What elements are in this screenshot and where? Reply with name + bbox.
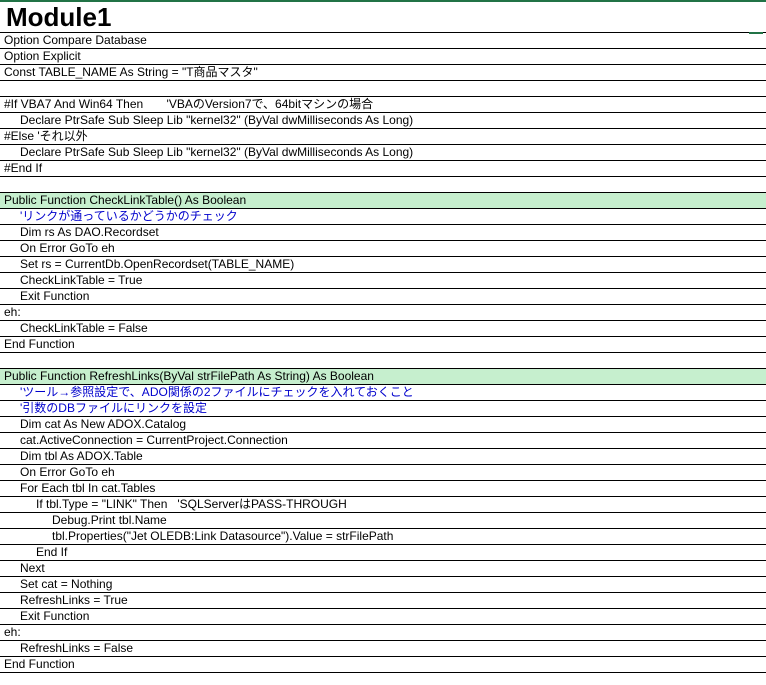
code-row[interactable]: Const TABLE_NAME As String = "T商品マスタ" [0,65,766,81]
module-title: Module1 [6,2,112,32]
code-row[interactable]: Option Compare Database [0,33,766,49]
code-row[interactable] [0,81,766,97]
code-line-text: Public Function CheckLinkTable() As Bool… [4,193,247,207]
code-comment-text: 'ツール→参照設定で、ADO関係の2ファイルにチェックを入れておくこと [20,385,414,399]
code-row[interactable]: Dim rs As DAO.Recordset [0,225,766,241]
code-line-text: RefreshLinks = True [20,593,128,607]
code-row[interactable]: #End If [0,161,766,177]
code-line-text: If tbl.Type = "LINK" Then 'SQLServerはPAS… [36,497,347,511]
code-row[interactable]: Debug.Print tbl.Name [0,513,766,529]
code-line-text: eh: [4,625,21,639]
code-line-text: Dim cat As New ADOX.Catalog [20,417,187,431]
code-row[interactable]: Dim cat As New ADOX.Catalog [0,417,766,433]
code-row[interactable]: For Each tbl In cat.Tables [0,481,766,497]
code-line-text: cat.ActiveConnection = CurrentProject.Co… [20,433,288,447]
code-row[interactable]: Dim tbl As ADOX.Table [0,449,766,465]
code-line-text: Option Compare Database [4,33,147,47]
code-row[interactable] [0,353,766,369]
code-row[interactable]: End Function [0,337,766,353]
code-line-text: CheckLinkTable = False [20,321,148,335]
code-rows: Option Compare Database Option Explicit Co… [0,33,766,673]
code-row[interactable]: 'ツール→参照設定で、ADO関係の2ファイルにチェックを入れておくこと [0,385,766,401]
code-line-text: Const TABLE_NAME As String = "T商品マスタ" [4,65,258,79]
code-row[interactable]: Next [0,561,766,577]
code-row[interactable]: RefreshLinks = False [0,641,766,657]
code-row[interactable]: '引数のDBファイルにリンクを設定 [0,401,766,417]
code-row[interactable]: On Error GoTo eh [0,465,766,481]
code-row[interactable]: eh: [0,625,766,641]
code-line-text: CheckLinkTable = True [20,273,143,287]
code-row[interactable]: On Error GoTo eh [0,241,766,257]
code-line-text: #End If [4,161,43,175]
code-line-text: For Each tbl In cat.Tables [20,481,156,495]
code-row[interactable]: #If VBA7 And Win64 Then 'VBAのVersion7で、6… [0,97,766,113]
code-line-text: Next [20,561,45,575]
code-row[interactable]: Exit Function [0,289,766,305]
code-line-text: End If [36,545,68,559]
code-line-text: Dim tbl As ADOX.Table [20,449,143,463]
title-row[interactable]: Module1 [0,2,766,34]
code-row[interactable]: CheckLinkTable = False [0,321,766,337]
code-row[interactable]: End Function [0,657,766,673]
code-line-text: Declare PtrSafe Sub Sleep Lib "kernel32"… [20,113,414,127]
code-line-text: Set cat = Nothing [20,577,113,591]
code-row[interactable] [0,177,766,193]
code-line-text: tbl.Properties("Jet OLEDB:Link Datasourc… [52,529,394,543]
code-line-text: Set rs = CurrentDb.OpenRecordset(TABLE_N… [20,257,295,271]
code-line-text: #Else 'それ以外 [4,129,88,143]
code-row-function-header[interactable]: Public Function RefreshLinks(ByVal strFi… [0,369,766,385]
code-row[interactable]: Set cat = Nothing [0,577,766,593]
code-row[interactable]: Declare PtrSafe Sub Sleep Lib "kernel32"… [0,145,766,161]
code-row[interactable]: 'リンクが通っているかどうかのチェック [0,209,766,225]
code-row[interactable]: tbl.Properties("Jet OLEDB:Link Datasourc… [0,529,766,545]
code-line-text: Declare PtrSafe Sub Sleep Lib "kernel32"… [20,145,414,159]
code-row[interactable]: Exit Function [0,609,766,625]
code-row[interactable]: RefreshLinks = True [0,593,766,609]
code-row[interactable]: CheckLinkTable = True [0,273,766,289]
code-line-text: #If VBA7 And Win64 Then 'VBAのVersion7で、6… [4,97,374,111]
code-row[interactable]: eh: [0,305,766,321]
code-line-text: eh: [4,305,21,319]
code-line-text: Option Explicit [4,49,81,63]
code-row[interactable]: cat.ActiveConnection = CurrentProject.Co… [0,433,766,449]
code-comment-text: '引数のDBファイルにリンクを設定 [20,401,207,415]
code-comment-text: 'リンクが通っているかどうかのチェック [20,209,238,223]
code-row[interactable]: Set rs = CurrentDb.OpenRecordset(TABLE_N… [0,257,766,273]
code-line-text: End Function [4,657,75,671]
spreadsheet-sheet: Module1 Option Compare Database Option Ex… [0,0,766,685]
code-line-text: Debug.Print tbl.Name [52,513,167,527]
code-line-text: On Error GoTo eh [20,465,115,479]
code-line-text: On Error GoTo eh [20,241,115,255]
code-line-text: RefreshLinks = False [20,641,134,655]
code-row[interactable]: Option Explicit [0,49,766,65]
code-line-text: End Function [4,337,75,351]
code-row-function-header[interactable]: Public Function CheckLinkTable() As Bool… [0,193,766,209]
code-line-text: Public Function RefreshLinks(ByVal strFi… [4,369,374,383]
code-row[interactable]: If tbl.Type = "LINK" Then 'SQLServerはPAS… [0,497,766,513]
code-line-text: Dim rs As DAO.Recordset [20,225,159,239]
code-row[interactable]: Declare PtrSafe Sub Sleep Lib "kernel32"… [0,113,766,129]
code-row[interactable]: End If [0,545,766,561]
code-row[interactable]: #Else 'それ以外 [0,129,766,145]
code-line-text: Exit Function [20,289,90,303]
code-line-text: Exit Function [20,609,90,623]
